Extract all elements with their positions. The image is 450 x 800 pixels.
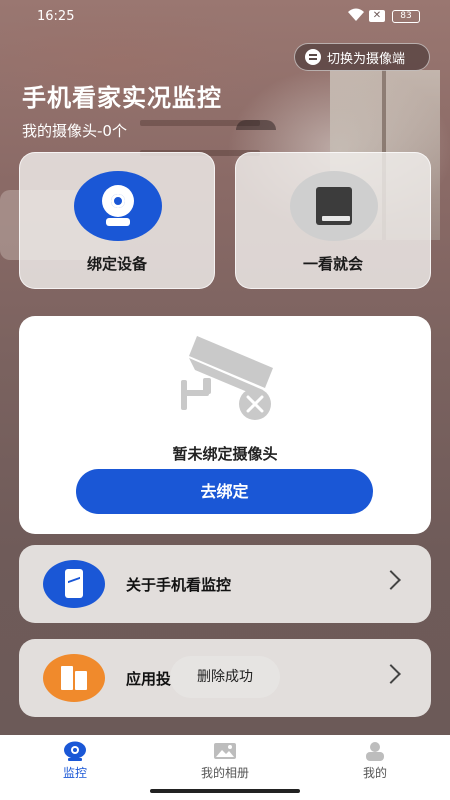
album-tab-icon <box>214 743 236 759</box>
toast-message: 删除成功 <box>170 656 280 698</box>
switch-label: 切换为摄像端 <box>327 51 406 67</box>
status-time: 16:25 <box>37 9 75 24</box>
camera-placeholder-icon <box>181 336 273 420</box>
bind-device-card[interactable]: 绑定设备 <box>19 152 215 289</box>
tab-mine[interactable]: 我的 <box>300 735 450 785</box>
chevron-right-icon <box>381 664 401 684</box>
user-tab-icon <box>366 742 384 761</box>
chevron-right-icon <box>381 570 401 590</box>
bind-device-label: 绑定设备 <box>86 255 147 273</box>
camera-count: 我的摄像头-0个 <box>22 122 127 140</box>
building-icon <box>43 654 105 702</box>
battery-indicator: 83 <box>392 10 420 23</box>
tab-album[interactable]: 我的相册 <box>150 735 300 785</box>
camera-icon <box>74 171 162 241</box>
menu-item-about-label: 关于手机看监控 <box>126 576 232 594</box>
page-title: 手机看家实况监控 <box>22 84 222 112</box>
bottom-tab-bar: 监控 我的相册 我的 <box>0 735 450 785</box>
empty-state-card: 暂未绑定摄像头 去绑定 <box>19 316 431 534</box>
switch-to-camera-button[interactable]: 切换为摄像端 <box>294 43 430 71</box>
home-indicator[interactable] <box>150 789 300 793</box>
status-bar: 16:25 ✕ 83 <box>0 0 450 34</box>
tutorial-card[interactable]: 一看就会 <box>235 152 431 289</box>
sim-icon: ✕ <box>369 10 385 22</box>
menu-item-about[interactable]: 关于手机看监控 <box>19 545 431 623</box>
empty-message: 暂未绑定摄像头 <box>172 445 278 463</box>
phone-chart-icon <box>43 560 105 608</box>
tab-monitor[interactable]: 监控 <box>0 735 150 785</box>
menu-item-app-label: 应用投 <box>126 670 172 688</box>
tutorial-label: 一看就会 <box>302 255 363 273</box>
wifi-icon <box>347 8 365 25</box>
go-bind-button[interactable]: 去绑定 <box>76 469 373 514</box>
tab-mine-label: 我的 <box>362 766 387 780</box>
tab-album-label: 我的相册 <box>200 766 249 780</box>
book-icon <box>290 171 378 241</box>
monitor-tab-icon <box>64 741 86 761</box>
tab-monitor-label: 监控 <box>62 766 87 780</box>
switch-icon <box>305 49 321 65</box>
